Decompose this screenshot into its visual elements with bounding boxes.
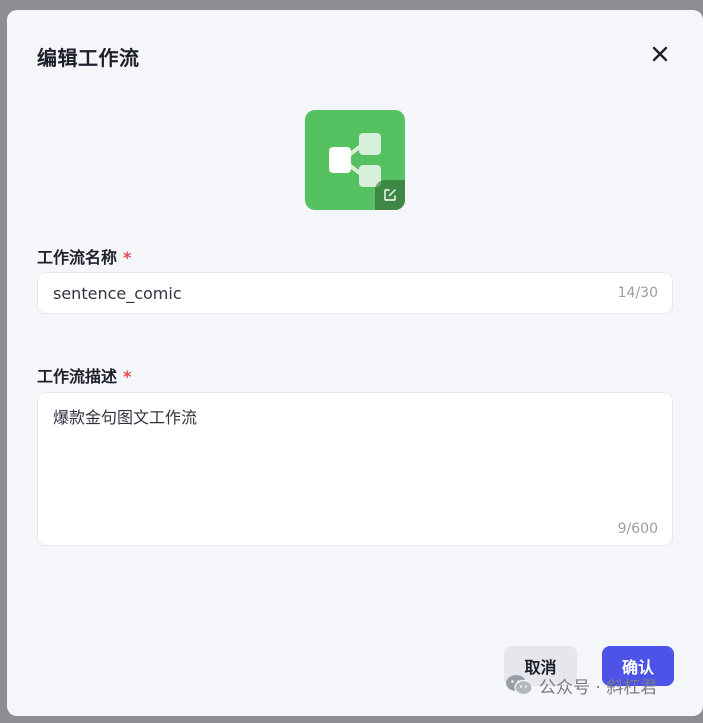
workflow-description-label-text: 工作流描述 (37, 367, 118, 386)
wechat-icon (505, 674, 533, 696)
workflow-name-value: sentence_comic (53, 284, 182, 303)
workflow-description-label: 工作流描述 * (37, 363, 131, 387)
workflow-name-counter: 14/30 (617, 285, 658, 301)
close-button[interactable] (649, 43, 671, 65)
workflow-description-counter: 9/600 (617, 521, 658, 537)
close-icon (652, 46, 668, 62)
workflow-avatar-button[interactable] (305, 110, 405, 210)
edit-avatar-button[interactable] (375, 180, 405, 210)
workflow-description-textarea[interactable]: 爆款金句图文工作流 9/600 (37, 392, 673, 546)
workflow-name-input[interactable]: sentence_comic 14/30 (37, 272, 673, 314)
required-mark: * (123, 367, 132, 386)
edit-workflow-dialog: 编辑工作流 工作流名称 * sentence_comic 14/30 工作流描述 *… (7, 10, 703, 716)
required-mark: * (123, 248, 132, 267)
edit-icon (384, 189, 396, 201)
workflow-description-value: 爆款金句图文工作流 (53, 408, 198, 427)
watermark-text: 公众号 · 斜杠君 (539, 677, 658, 698)
workflow-name-label-text: 工作流名称 (37, 248, 118, 267)
dialog-title: 编辑工作流 (37, 46, 140, 70)
watermark: 公众号 · 斜杠君 (505, 673, 658, 698)
workflow-name-label: 工作流名称 * (37, 244, 131, 268)
